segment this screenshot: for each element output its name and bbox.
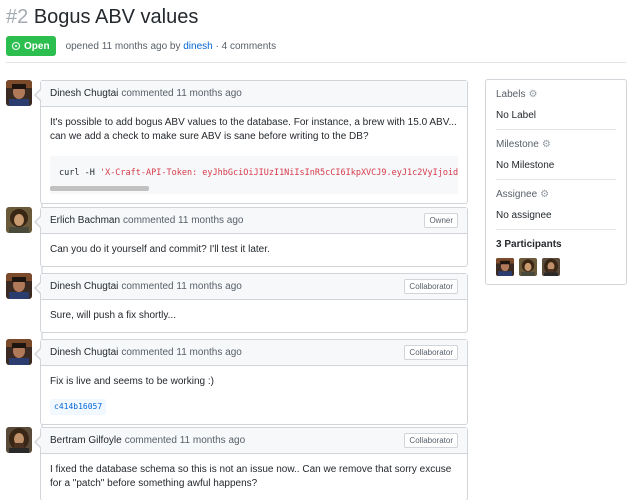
role-badge: Collaborator: [404, 345, 458, 360]
issue-opened-icon: [12, 42, 20, 50]
assignee-title: Assignee ⚙: [496, 189, 616, 200]
code-string: 'X-Craft-API-Token: eyJhbGciOiJIUzI1NiIs…: [99, 168, 458, 178]
role-badge: Collaborator: [404, 279, 458, 294]
participants-list: [496, 258, 616, 276]
comment-text: Sure, will push a fix shortly...: [50, 310, 176, 321]
comment-author[interactable]: Dinesh Chugtai: [50, 347, 118, 358]
assignee-heading: Assignee: [496, 189, 538, 200]
participant-avatar[interactable]: [496, 258, 514, 276]
comment-body: It's possible to add bogus ABV values to…: [41, 107, 467, 203]
milestone-title: Milestone ⚙: [496, 139, 616, 150]
comment-body: I fixed the database schema so this is n…: [41, 454, 467, 500]
comment-time[interactable]: commented 11 months ago: [123, 215, 243, 226]
comment-text: It's possible to add bogus ABV values to…: [50, 117, 457, 142]
issue-meta: Open opened 11 months ago by dinesh · 4 …: [6, 36, 626, 56]
comment-header: Dinesh Chugtai commented 11 months ago: [41, 81, 467, 107]
comment-author[interactable]: Dinesh Chugtai: [50, 281, 118, 292]
comment-author[interactable]: Bertram Gilfoyle: [50, 435, 122, 446]
comment-header: Dinesh Chugtai commented 11 months ago C…: [41, 340, 467, 366]
comment-body: Can you do it yourself and commit? I'll …: [41, 234, 467, 266]
participants-title: 3 Participants: [496, 239, 562, 250]
state-badge: Open: [6, 36, 56, 56]
gear-icon[interactable]: ⚙: [540, 189, 549, 200]
comment-header: Dinesh Chugtai commented 11 months ago C…: [41, 274, 467, 300]
avatar[interactable]: [6, 273, 32, 299]
comment-body: Sure, will push a fix shortly...: [41, 300, 467, 332]
comment-text: Can you do it yourself and commit? I'll …: [50, 244, 270, 255]
comment-time[interactable]: commented 11 months ago: [121, 347, 241, 358]
state-label: Open: [24, 40, 50, 52]
role-badge: Owner: [424, 213, 458, 228]
comment-time[interactable]: commented 11 months ago: [121, 281, 241, 292]
comment-header: Bertram Gilfoyle commented 11 months ago…: [41, 428, 467, 454]
gear-icon[interactable]: ⚙: [528, 89, 537, 100]
assignee-value: No assignee: [496, 210, 552, 221]
labels-heading: Labels: [496, 89, 526, 100]
code-block: curl -H 'X-Craft-API-Token: eyJhbGciOiJI…: [50, 156, 458, 194]
issue-title-row: #2 Bogus ABV values: [6, 4, 626, 30]
milestone-value: No Milestone: [496, 160, 555, 171]
avatar[interactable]: [6, 339, 32, 365]
issue-sidebar: Labels ⚙ No Label Milestone ⚙ No Milesto…: [485, 79, 627, 285]
labels-value: No Label: [496, 110, 537, 121]
participants-section: 3 Participants: [496, 230, 616, 284]
avatar[interactable]: [6, 80, 32, 106]
gear-icon[interactable]: ⚙: [542, 139, 551, 150]
comment-box: Erlich Bachman commented 11 months ago O…: [34, 207, 468, 267]
author-link[interactable]: dinesh: [183, 41, 212, 52]
comment-box: Dinesh Chugtai commented 11 months ago C…: [34, 273, 468, 333]
scrollbar-thumb[interactable]: [50, 186, 149, 191]
opened-text: opened 11 months ago by: [65, 40, 181, 52]
comment-text: I fixed the database schema so this is n…: [50, 464, 452, 489]
code-command: curl -H: [59, 168, 100, 178]
avatar[interactable]: [6, 207, 32, 233]
issue-header: #2 Bogus ABV values Open opened 11 month…: [6, 4, 626, 56]
comments-count: · 4 comments: [215, 40, 277, 52]
comment-box: Bertram Gilfoyle commented 11 months ago…: [34, 427, 468, 500]
milestone-section: Milestone ⚙ No Milestone: [496, 130, 616, 180]
comment-author[interactable]: Erlich Bachman: [50, 215, 120, 226]
assignee-section: Assignee ⚙ No assignee: [496, 180, 616, 230]
avatar[interactable]: [6, 427, 32, 453]
labels-title: Labels ⚙: [496, 89, 616, 100]
issue-number: #2: [6, 6, 29, 28]
issue-meta-text: opened 11 months ago by dinesh · 4 comme…: [66, 41, 277, 52]
header-divider: [6, 62, 626, 63]
comment-time[interactable]: commented 11 months ago: [125, 435, 245, 446]
comment-text: Fix is live and seems to be working :): [50, 376, 214, 387]
participant-avatar[interactable]: [519, 258, 537, 276]
comment-header: Erlich Bachman commented 11 months ago O…: [41, 208, 467, 234]
milestone-heading: Milestone: [496, 139, 539, 150]
comment-box: Dinesh Chugtai commented 11 months ago C…: [34, 339, 468, 425]
comment-box: Dinesh Chugtai commented 11 months ago I…: [34, 80, 468, 204]
comment-body: Fix is live and seems to be working :) c…: [41, 366, 467, 424]
comment-time[interactable]: commented 11 months ago: [121, 88, 241, 99]
participant-avatar[interactable]: [542, 258, 560, 276]
commit-link[interactable]: c414b16057: [50, 399, 107, 415]
code-scrollbar[interactable]: [50, 186, 458, 191]
labels-section: Labels ⚙ No Label: [496, 80, 616, 130]
issue-title: Bogus ABV values: [33, 6, 199, 28]
comment-author[interactable]: Dinesh Chugtai: [50, 88, 118, 99]
role-badge: Collaborator: [404, 433, 458, 448]
